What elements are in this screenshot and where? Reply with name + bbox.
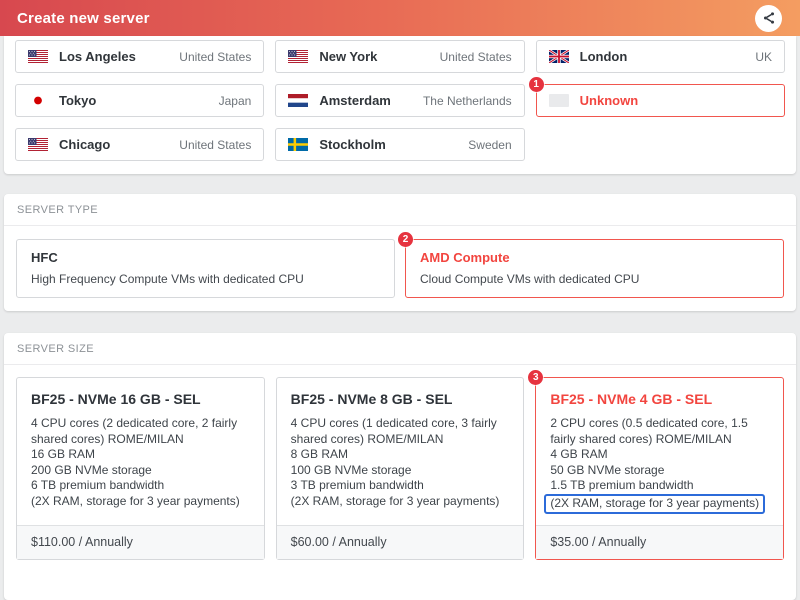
- location-card-stockholm[interactable]: Stockholm Sweden: [275, 128, 525, 161]
- create-server-page: Create new server Los Angeles United Sta…: [0, 0, 800, 600]
- server-size-grid: BF25 - NVMe 16 GB - SEL 4 CPU cores (2 d…: [4, 365, 796, 560]
- location-country: UK: [755, 49, 772, 64]
- spec-line: 100 GB NVMe storage: [290, 462, 412, 477]
- spec-line: 200 GB NVMe storage: [31, 462, 152, 477]
- selection-order-badge: 2: [398, 232, 413, 247]
- location-country: The Netherlands: [422, 93, 512, 108]
- location-city: Amsterdam: [319, 93, 391, 108]
- spec-line: (2X RAM, storage for 3 year payments): [290, 493, 500, 508]
- location-country: Sweden: [468, 137, 512, 152]
- page-title: Create new server: [17, 9, 150, 27]
- location-country: United States: [179, 49, 252, 64]
- server-type-card-amd-compute[interactable]: 2 AMD Compute Cloud Compute VMs with ded…: [398, 232, 784, 298]
- server-type-description: Cloud Compute VMs with dedicated CPU: [420, 272, 640, 286]
- flag-us-icon: [28, 50, 48, 63]
- location-country: United States: [439, 49, 512, 64]
- server-size-specs: 2 CPU cores (0.5 dedicated core, 1.5 fai…: [544, 416, 769, 514]
- location-city: Tokyo: [59, 93, 97, 108]
- server-size-specs: 4 CPU cores (2 dedicated core, 2 fairly …: [31, 416, 250, 509]
- server-size-price: $35.00 / Annually: [536, 525, 783, 559]
- spec-line: 8 GB RAM: [290, 447, 349, 461]
- server-type-grid: HFC High Frequency Compute VMs with dedi…: [4, 226, 796, 298]
- location-country: Japan: [218, 93, 252, 108]
- location-card-amsterdam[interactable]: Amsterdam The Netherlands: [275, 84, 525, 117]
- location-city: Los Angeles: [59, 49, 136, 64]
- server-type-name: AMD Compute: [420, 250, 510, 265]
- spec-line: (2X RAM, storage for 3 year payments): [31, 493, 240, 508]
- location-country: United States: [179, 137, 252, 152]
- server-size-label: SERVER SIZE: [4, 333, 796, 365]
- spec-line: 50 GB NVMe storage: [550, 462, 665, 477]
- server-size-card-bf25-nvme-16-gb-sel[interactable]: BF25 - NVMe 16 GB - SEL 4 CPU cores (2 d…: [16, 377, 265, 560]
- server-size-card-bf25-nvme-8-gb-sel[interactable]: BF25 - NVMe 8 GB - SEL 4 CPU cores (1 de…: [275, 377, 525, 560]
- flag-se-icon: [288, 138, 309, 151]
- location-card-unknown[interactable]: 1 Unknown: [528, 77, 785, 117]
- location-card-los-angeles[interactable]: Los Angeles United States: [15, 40, 265, 73]
- locations-section: Los Angeles United States New York Unite…: [4, 36, 796, 174]
- flag-unknown-icon: [548, 94, 569, 107]
- location-card-new-york[interactable]: New York United States: [275, 40, 525, 73]
- location-city: London: [579, 49, 628, 64]
- location-card-london[interactable]: London UK: [535, 40, 785, 73]
- share-icon: [762, 11, 776, 25]
- server-size-name: BF25 - NVMe 16 GB - SEL: [31, 391, 201, 407]
- spec-line: 4 GB RAM: [550, 447, 608, 461]
- server-size-price: $110.00 / Annually: [17, 525, 264, 559]
- server-type-name: HFC: [31, 250, 58, 265]
- location-city: Stockholm: [319, 137, 386, 152]
- server-type-section: SERVER TYPE HFC High Frequency Compute V…: [4, 194, 796, 311]
- spec-line: 1.5 TB premium bandwidth: [550, 478, 694, 492]
- server-type-card-hfc[interactable]: HFC High Frequency Compute VMs with dedi…: [16, 239, 395, 298]
- selection-order-badge: 1: [528, 77, 544, 92]
- location-card-chicago[interactable]: Chicago United States: [15, 128, 265, 161]
- spec-line: (2X RAM, storage for 3 year payments): [544, 493, 769, 514]
- flag-us-icon: [28, 138, 48, 151]
- flag-us-icon: [288, 50, 309, 63]
- location-card-tokyo[interactable]: Tokyo Japan: [15, 84, 265, 117]
- flag-jp-icon: [28, 94, 48, 107]
- spec-line: 4 CPU cores (1 dedicated core, 3 fairly …: [290, 416, 497, 446]
- server-size-name: BF25 - NVMe 8 GB - SEL: [290, 391, 453, 407]
- spec-line: 6 TB premium bandwidth: [31, 478, 165, 492]
- share-button[interactable]: [755, 4, 782, 32]
- spec-line: 4 CPU cores (2 dedicated core, 2 fairly …: [31, 416, 238, 446]
- spec-line: 3 TB premium bandwidth: [290, 478, 424, 492]
- location-city: New York: [319, 49, 378, 64]
- flag-uk-icon: [548, 50, 569, 63]
- spec-line: 16 GB RAM: [31, 447, 96, 461]
- server-size-name: BF25 - NVMe 4 GB - SEL: [550, 391, 713, 407]
- spec-line: 2 CPU cores (0.5 dedicated core, 1.5 fai…: [550, 416, 748, 446]
- location-city: Unknown: [579, 93, 639, 108]
- flag-nl-icon: [288, 94, 309, 107]
- server-type-label: SERVER TYPE: [4, 194, 796, 226]
- location-city: Chicago: [59, 137, 111, 152]
- server-size-card-bf25-nvme-4-gb-sel[interactable]: 3 BF25 - NVMe 4 GB - SEL 2 CPU cores (0.…: [528, 370, 784, 560]
- server-size-specs: 4 CPU cores (1 dedicated core, 3 fairly …: [291, 416, 510, 509]
- server-size-section: SERVER SIZE BF25 - NVMe 16 GB - SEL 4 CP…: [4, 333, 796, 600]
- page-header: Create new server: [0, 0, 800, 36]
- locations-grid: Los Angeles United States New York Unite…: [15, 40, 785, 161]
- server-size-price: $60.00 / Annually: [276, 525, 524, 559]
- highlighted-spec-annotation: (2X RAM, storage for 3 year payments): [544, 493, 766, 514]
- server-type-description: High Frequency Compute VMs with dedicate…: [31, 272, 304, 286]
